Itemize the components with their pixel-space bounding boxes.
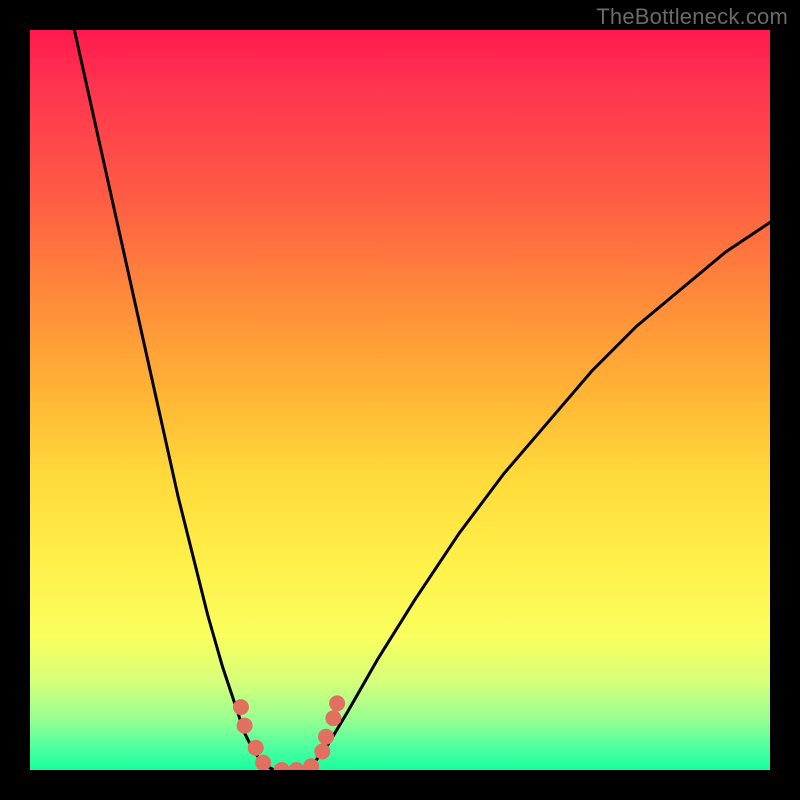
- watermark-text: TheBottleneck.com: [596, 4, 788, 30]
- marker-dot: [314, 744, 330, 760]
- outer-frame: TheBottleneck.com: [0, 0, 800, 800]
- marker-dot: [274, 762, 290, 770]
- marker-dot: [325, 710, 341, 726]
- marker-dot: [329, 695, 345, 711]
- marker-dot: [318, 729, 334, 745]
- bottleneck-curve: [74, 30, 770, 770]
- plot-area: [30, 30, 770, 770]
- marker-dot: [233, 699, 249, 715]
- marker-dot: [237, 718, 253, 734]
- chart-svg: [30, 30, 770, 770]
- marker-dot: [255, 755, 271, 770]
- marker-dot: [248, 740, 264, 756]
- marker-dot: [288, 762, 304, 770]
